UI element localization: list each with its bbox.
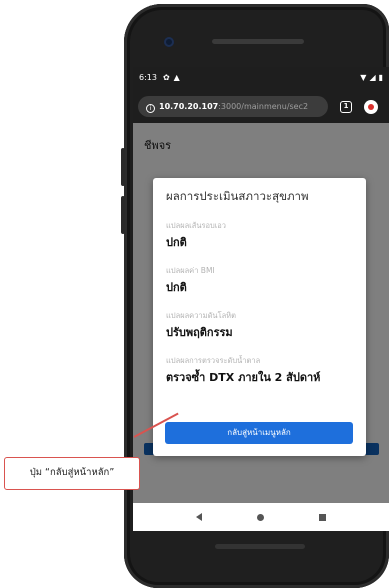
blood-pressure-label: แปลผลความดันโลหิต bbox=[166, 311, 237, 320]
tab-switcher-icon[interactable]: 1 bbox=[340, 101, 352, 113]
menu-icon[interactable] bbox=[364, 100, 378, 114]
settings-icon: ✿ bbox=[162, 73, 170, 82]
battery-icon: ▮ bbox=[378, 73, 383, 82]
modal-body: แปลผลเส้นรอบเอว ปกติ แปลผลค่า BMI ปกติ แ… bbox=[166, 218, 361, 398]
status-right-icons: ▼ ◢ ▮ bbox=[360, 67, 383, 89]
blood-sugar-value: ตรวจซ้ำ DTX ภายใน 2 สัปดาห์ bbox=[166, 371, 321, 384]
earpiece-speaker bbox=[212, 39, 304, 44]
back-icon[interactable] bbox=[196, 513, 203, 521]
callout-box: ปุ่ม “กลับสู่หน้าหลัก” bbox=[4, 457, 140, 490]
stage: 6:13 ✿ ▲ ▼ ◢ ▮ i 10.70.20.107:3000/mainme… bbox=[0, 0, 389, 588]
health-result-modal: ผลการประเมินสภาวะสุขภาพ แปลผลเส้นรอบเอว … bbox=[153, 178, 366, 456]
wifi-icon: ▼ bbox=[360, 73, 367, 82]
status-time: 6:13 bbox=[139, 73, 157, 82]
home-icon[interactable] bbox=[256, 513, 264, 521]
bmi-value: ปกติ bbox=[166, 281, 187, 294]
waist-value: ปกติ bbox=[166, 236, 187, 249]
power-button bbox=[121, 196, 125, 234]
recent-apps-icon[interactable] bbox=[318, 513, 326, 521]
warning-icon: ▲ bbox=[173, 73, 180, 82]
url-path: :3000/mainmenu/sec2 bbox=[218, 102, 309, 111]
browser-toolbar: i 10.70.20.107:3000/mainmenu/sec2 1 bbox=[133, 89, 389, 123]
info-icon[interactable]: i bbox=[146, 104, 155, 113]
modal-title: ผลการประเมินสภาวะสุขภาพ bbox=[166, 189, 309, 203]
waist-label: แปลผลเส้นรอบเอว bbox=[166, 221, 227, 230]
bmi-label: แปลผลค่า BMI bbox=[166, 266, 215, 275]
android-nav-bar bbox=[133, 503, 389, 531]
address-bar[interactable]: i 10.70.20.107:3000/mainmenu/sec2 bbox=[138, 96, 328, 117]
url-host: 10.70.20.107 bbox=[159, 102, 219, 111]
signal-icon: ◢ bbox=[369, 73, 376, 82]
front-camera bbox=[164, 37, 174, 47]
blood-sugar-label: แปลผลการตรวจระดับน้ำตาล bbox=[166, 356, 261, 365]
bottom-speaker bbox=[215, 544, 305, 549]
blood-pressure-value: ปรับพฤติกรรม bbox=[166, 326, 233, 339]
volume-button bbox=[121, 148, 125, 186]
back-to-main-menu-button[interactable]: กลับสู่หน้าเมนูหลัก bbox=[165, 422, 353, 444]
status-bar: 6:13 ✿ ▲ ▼ ◢ ▮ bbox=[133, 67, 389, 89]
phone-screen: 6:13 ✿ ▲ ▼ ◢ ▮ i 10.70.20.107:3000/mainme… bbox=[133, 67, 389, 531]
